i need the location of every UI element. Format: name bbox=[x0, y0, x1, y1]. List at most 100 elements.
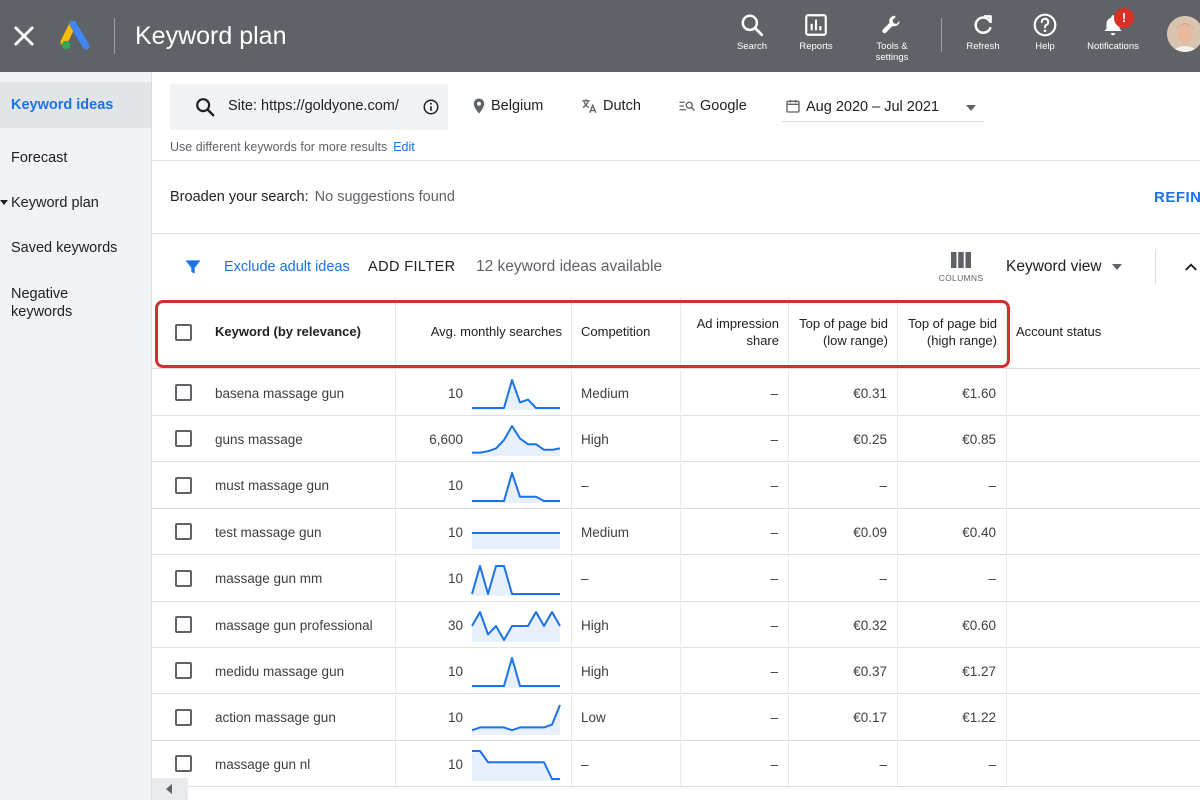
column-header-competition[interactable]: Competition bbox=[571, 297, 680, 368]
column-header-searches[interactable]: Avg. monthly searches bbox=[395, 297, 571, 368]
date-range-dropdown[interactable]: Aug 2020 – Jul 2021 bbox=[782, 94, 984, 122]
columns-button[interactable]: COLUMNS bbox=[936, 252, 986, 292]
scroll-left-button[interactable] bbox=[152, 778, 188, 800]
refresh-icon bbox=[974, 15, 992, 34]
sidebar-item-keyword-plan[interactable]: Keyword plan bbox=[0, 194, 151, 212]
column-header-impression-share[interactable]: Ad impression share bbox=[680, 297, 788, 368]
row-checkbox[interactable] bbox=[175, 384, 192, 401]
sidebar-item-keyword-ideas[interactable]: Keyword ideas bbox=[0, 82, 151, 128]
keyword-cell: massage gun mm bbox=[215, 571, 323, 587]
bid-low-cell: €0.17 bbox=[788, 694, 897, 741]
help-button[interactable]: Help bbox=[1015, 12, 1075, 70]
help-button-label: Help bbox=[1035, 41, 1055, 52]
translate-icon bbox=[582, 99, 597, 114]
keyword-view-dropdown[interactable]: Keyword view bbox=[1006, 258, 1122, 276]
filter-funnel-icon[interactable] bbox=[183, 257, 203, 277]
column-header-keyword[interactable]: Keyword (by relevance) bbox=[215, 297, 395, 368]
bid-low-cell: €0.37 bbox=[788, 648, 897, 695]
add-filter-button[interactable]: ADD FILTER bbox=[368, 259, 456, 275]
sparkline-area bbox=[472, 533, 560, 550]
searches-value: 10 bbox=[447, 756, 463, 772]
trend-sparkline bbox=[472, 379, 560, 410]
keyword-cell: test massage gun bbox=[215, 524, 322, 540]
row-checkbox[interactable] bbox=[175, 430, 192, 448]
sidebar-item-forecast[interactable]: Forecast bbox=[0, 149, 151, 167]
exclude-adult-ideas-link[interactable]: Exclude adult ideas bbox=[224, 259, 350, 275]
table-row[interactable]: test massage gun 10 Medium – €0.09 €0.40 bbox=[152, 509, 1200, 556]
sparkline-area bbox=[472, 380, 560, 410]
bid-high-cell: €0.60 bbox=[897, 602, 1006, 648]
network-search-icon bbox=[679, 101, 696, 112]
account-status-cell bbox=[1006, 694, 1200, 741]
competition-cell: – bbox=[571, 555, 680, 602]
keyword-cell: must massage gun bbox=[215, 478, 330, 494]
trend-sparkline bbox=[472, 750, 560, 782]
row-checkbox[interactable] bbox=[175, 616, 192, 633]
account-status-cell bbox=[1006, 462, 1200, 509]
select-all-checkbox[interactable] bbox=[175, 324, 192, 341]
table-row[interactable]: medidu massage gun 10 High – €0.37 €1.27 bbox=[152, 648, 1200, 695]
bid-low-cell: €0.32 bbox=[788, 602, 897, 648]
row-checkbox[interactable] bbox=[175, 708, 192, 726]
reports-icon bbox=[805, 14, 827, 36]
edit-link[interactable]: Edit bbox=[393, 140, 415, 154]
table-row[interactable]: action massage gun 10 Low – €0.17 €1.22 bbox=[152, 694, 1200, 741]
bid-high-cell: €1.27 bbox=[897, 648, 1006, 695]
bid-high-cell: – bbox=[897, 741, 1006, 788]
competition-cell: High bbox=[571, 648, 680, 695]
table-row[interactable]: basena massage gun 10 Medium – €0.31 €1.60 bbox=[152, 370, 1200, 416]
table-row[interactable]: massage gun mm 10– – – – bbox=[152, 555, 1200, 602]
column-header-account-status[interactable]: Account status bbox=[1006, 297, 1200, 368]
google-ads-logo bbox=[60, 21, 90, 50]
column-header-bid-low[interactable]: Top of page bid (low range) bbox=[788, 297, 897, 368]
chevron-up-icon[interactable] bbox=[1182, 258, 1200, 276]
bid-low-cell: €0.31 bbox=[788, 370, 897, 416]
keyword-cell: basena massage gun bbox=[215, 385, 345, 401]
competition-cell: Medium bbox=[571, 370, 680, 416]
impression-share-cell: – bbox=[680, 370, 788, 416]
bid-low-cell: – bbox=[788, 555, 897, 602]
bid-high-cell: – bbox=[897, 555, 1006, 602]
row-checkbox[interactable] bbox=[175, 476, 192, 494]
row-checkbox[interactable] bbox=[175, 662, 192, 680]
column-header-bid-high[interactable]: Top of page bid (high range) bbox=[897, 297, 1006, 368]
sidebar-item-negative-keywords[interactable]: Negative keywords bbox=[0, 285, 110, 321]
searches-value: 10 bbox=[447, 524, 463, 540]
search-icon bbox=[741, 14, 764, 37]
competition-cell: – bbox=[571, 741, 680, 788]
row-checkbox[interactable] bbox=[175, 755, 192, 773]
search-button[interactable]: Search bbox=[722, 12, 782, 70]
columns-label: COLUMNS bbox=[938, 273, 984, 283]
keyword-cell: action massage gun bbox=[215, 710, 336, 726]
trend-sparkline bbox=[471, 564, 560, 596]
table-row[interactable]: massage gun professional 30 High – €0.32 €0.6… bbox=[152, 602, 1200, 648]
notifications-button[interactable]: Notifications ! bbox=[1083, 8, 1143, 70]
info-icon[interactable] bbox=[422, 98, 440, 116]
table-row[interactable]: guns massage 6,600 High – €0.25 €0.85 bbox=[152, 416, 1200, 463]
reports-button[interactable]: Reports bbox=[786, 12, 846, 70]
tools-settings-button[interactable]: Tools & settings bbox=[862, 12, 922, 70]
keyword-cell: guns massage bbox=[215, 431, 303, 447]
refine-button[interactable]: REFINE bbox=[1154, 189, 1200, 206]
row-checkbox[interactable] bbox=[175, 569, 192, 587]
impression-share-cell: – bbox=[680, 462, 788, 509]
sparkline-area bbox=[472, 704, 560, 735]
trend-sparkline bbox=[471, 704, 561, 735]
location-pin-icon bbox=[473, 98, 485, 114]
table-row[interactable]: must massage gun 10– – – – bbox=[152, 462, 1200, 509]
network-value: Google bbox=[700, 98, 747, 114]
row-checkbox[interactable] bbox=[175, 523, 192, 541]
account-status-cell bbox=[1006, 602, 1200, 648]
search-button-label: Search bbox=[736, 41, 768, 52]
refresh-button[interactable]: Refresh bbox=[953, 12, 1013, 70]
close-icon[interactable] bbox=[10, 22, 38, 50]
searches-value: 30 bbox=[447, 617, 463, 633]
search-input[interactable]: Site: https://goldyone.com/ bbox=[170, 84, 448, 130]
sidebar-item-saved-keywords[interactable]: Saved keywords bbox=[0, 239, 151, 257]
table-row[interactable]: massage gun nl 10– – – – bbox=[152, 741, 1200, 788]
hint-text: Use different keywords for more results bbox=[170, 140, 388, 154]
trend-sparkline bbox=[472, 532, 560, 550]
avatar[interactable] bbox=[1167, 16, 1200, 52]
notification-badge: ! bbox=[1114, 8, 1134, 28]
trend-sparkline bbox=[472, 657, 560, 689]
